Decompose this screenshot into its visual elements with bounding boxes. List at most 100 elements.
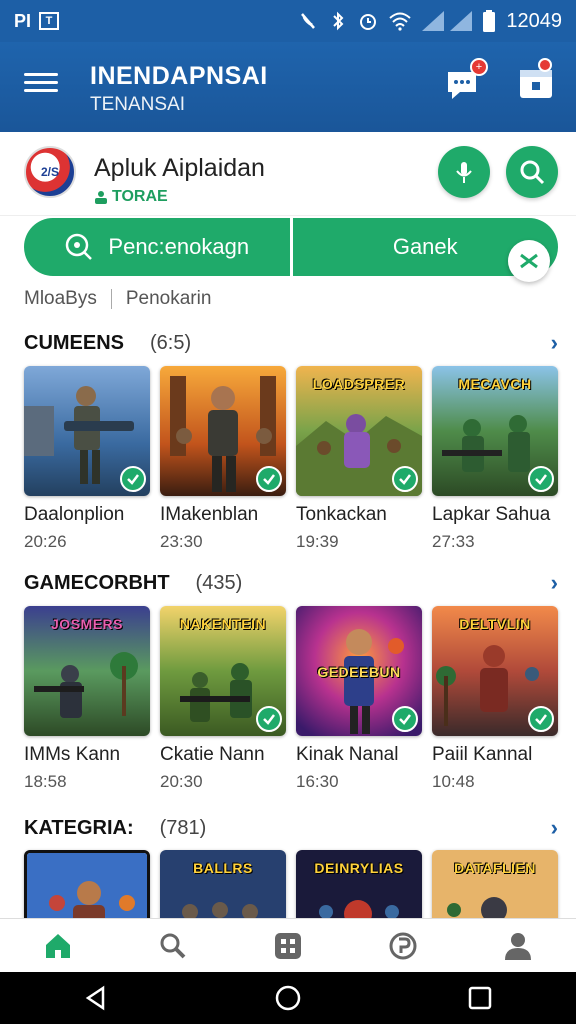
nav-search[interactable] — [153, 926, 193, 966]
tab-pills: Penc:enokagn Ganek — [24, 218, 558, 276]
game-time: 10:48 — [432, 772, 475, 791]
game-thumbnail[interactable]: NAKENTEIN — [160, 606, 286, 736]
status-clock: 12049 — [506, 9, 562, 32]
game-name: Kinak Nanal — [296, 744, 399, 765]
voice-button[interactable] — [438, 146, 490, 198]
bottom-navigation — [0, 918, 576, 972]
profile-logo[interactable]: 2/S — [24, 146, 76, 198]
grid-icon — [274, 932, 301, 959]
thumb-title: GEDEEBUN — [317, 664, 401, 680]
section-header: GAMECORBHT (435) › — [24, 568, 558, 598]
home-circle-icon[interactable] — [274, 984, 302, 1012]
check-icon — [120, 466, 146, 492]
game-name: Tonkackan — [296, 504, 387, 525]
game-thumbnail[interactable]: LOADSPRER — [296, 366, 422, 496]
thumb-title: NAKENTEIN — [179, 616, 267, 632]
thumb-title: DEINRYLIAS — [314, 860, 404, 876]
nav-home[interactable] — [38, 926, 78, 966]
check-icon — [528, 706, 554, 732]
status-bar: PI T 12049 — [0, 0, 576, 42]
game-card[interactable]: GEDEEBUN Kinak Nanal 16:30 — [296, 606, 422, 792]
home-icon — [45, 933, 70, 958]
game-time: 19:39 — [296, 532, 339, 551]
user-icon — [95, 191, 107, 204]
profile-tag-label: TORAE — [112, 188, 168, 205]
game-thumbnail[interactable]: JOSMERS — [24, 606, 150, 736]
game-grid: Daalonplion 20:26 IMakenblan 23:30 LOADS… — [24, 366, 558, 552]
check-icon — [392, 706, 418, 732]
battery-icon — [483, 10, 496, 32]
filter-divider — [110, 289, 112, 309]
thumb-title: DELTVLIN — [459, 616, 531, 632]
check-icon — [256, 706, 282, 732]
check-icon — [528, 466, 554, 492]
signal-icon — [422, 11, 473, 31]
chat-notification-icon[interactable]: + — [446, 58, 488, 104]
profile-icon — [505, 932, 532, 960]
game-name: Ckatie Nann — [160, 744, 265, 765]
game-name: IMMs Kann — [24, 744, 121, 765]
game-card[interactable]: JOSMERS IMMs Kann 18:58 — [24, 606, 150, 792]
game-card[interactable]: LOADSPRER Tonkackan 19:39 — [296, 366, 422, 552]
bluetooth-icon — [333, 11, 344, 31]
system-navigation — [0, 972, 576, 1024]
section-header: KATEGRIA: (781) › — [24, 813, 558, 843]
check-icon — [256, 466, 282, 492]
explore-icon — [389, 932, 417, 959]
search-icon — [160, 933, 186, 958]
thumb-title: LOADSPRER — [312, 376, 406, 392]
profile-row: 2/S Apluk Aiplaidan TORAE — [0, 132, 576, 216]
mute-icon — [301, 13, 316, 29]
chevron-right-icon[interactable]: › — [551, 815, 558, 841]
game-card[interactable]: NAKENTEIN Ckatie Nann 20:30 — [160, 606, 286, 792]
calendar-notification-icon[interactable] — [518, 58, 558, 104]
tab-search-pill[interactable]: Penc:enokagn — [24, 218, 293, 276]
section-count: (781) — [159, 816, 207, 839]
game-thumbnail[interactable]: MECAVCH — [432, 366, 558, 496]
chevron-right-icon[interactable]: › — [551, 570, 558, 596]
game-time: 20:26 — [24, 532, 67, 551]
thumb-title: MECAVCH — [458, 376, 532, 392]
recents-icon[interactable] — [467, 985, 493, 1011]
game-time: 16:30 — [296, 772, 339, 791]
search-icon — [520, 160, 545, 185]
game-thumbnail[interactable] — [24, 366, 150, 496]
close-button[interactable] — [508, 240, 550, 282]
microphone-icon — [456, 162, 472, 183]
game-name: Lapkar Sahua — [432, 504, 551, 525]
back-icon[interactable] — [83, 985, 109, 1011]
menu-icon[interactable] — [24, 68, 58, 102]
section-count: (6:5) — [150, 331, 192, 354]
profile-tag: TORAE — [94, 188, 168, 206]
game-card[interactable]: MECAVCH Lapkar Sahua 27:33 — [432, 366, 558, 552]
game-name: IMakenblan — [160, 504, 259, 525]
chevron-right-icon[interactable]: › — [551, 330, 558, 356]
section-count: (435) — [195, 571, 243, 594]
nav-grid[interactable] — [268, 926, 308, 966]
filter-row: MloaBys Penokarin — [24, 288, 211, 310]
thumb-title: DATAFLIEN — [454, 860, 536, 876]
filter-second[interactable]: Penokarin — [126, 288, 212, 310]
search-button[interactable] — [506, 146, 558, 198]
game-time: 18:58 — [24, 772, 67, 791]
game-card[interactable]: Daalonplion 20:26 — [24, 366, 150, 552]
game-card[interactable]: IMakenblan 23:30 — [160, 366, 286, 552]
logo-text: 2/S — [40, 165, 59, 179]
game-thumbnail[interactable]: DELTVLIN — [432, 606, 558, 736]
game-time: 23:30 — [160, 532, 203, 551]
search-icon — [66, 233, 93, 260]
game-thumbnail[interactable]: GEDEEBUN — [296, 606, 422, 736]
wifi-icon — [389, 12, 412, 31]
filter-first[interactable]: MloaBys — [24, 288, 97, 310]
game-grid: JOSMERS IMMs Kann 18:58 NAKENTEIN Ckatie… — [24, 606, 558, 792]
status-left-text: PI — [14, 10, 32, 31]
game-thumbnail[interactable] — [160, 366, 286, 496]
app-subtitle: TENANSAI — [90, 94, 186, 115]
section-title: CUMEENS — [24, 331, 125, 354]
app-title: INENDAPNSAI — [90, 62, 268, 90]
section-title: KATEGRIA: — [24, 816, 134, 839]
game-card[interactable]: DELTVLIN Paiil Kannal 10:48 — [432, 606, 558, 792]
nav-explore[interactable] — [383, 926, 423, 966]
nav-profile[interactable] — [498, 926, 538, 966]
section-title: GAMECORBHT — [24, 571, 170, 594]
